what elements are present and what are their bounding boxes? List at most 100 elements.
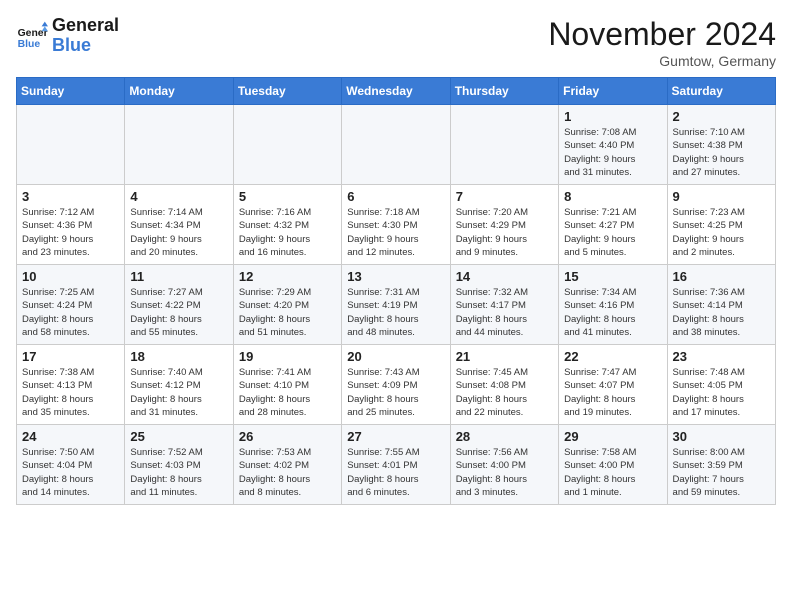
weekday-header: Sunday (17, 78, 125, 105)
calendar-week-row: 10 Sunrise: 7:25 AM Sunset: 4:24 PM Dayli… (17, 265, 776, 345)
calendar-day-cell: 9 Sunrise: 7:23 AM Sunset: 4:25 PM Daylig… (667, 185, 775, 265)
day-number: 25 (130, 429, 227, 444)
weekday-header: Wednesday (342, 78, 450, 105)
location: Gumtow, Germany (548, 53, 776, 69)
calendar-day-cell: 28 Sunrise: 7:56 AM Sunset: 4:00 PM Dayli… (450, 425, 558, 505)
day-detail: Sunrise: 7:52 AM Sunset: 4:03 PM Dayligh… (130, 446, 227, 499)
day-number: 11 (130, 269, 227, 284)
day-number: 17 (22, 349, 119, 364)
calendar-day-cell (342, 105, 450, 185)
day-number: 22 (564, 349, 661, 364)
day-detail: Sunrise: 7:14 AM Sunset: 4:34 PM Dayligh… (130, 206, 227, 259)
day-number: 4 (130, 189, 227, 204)
day-number: 2 (673, 109, 770, 124)
day-number: 21 (456, 349, 553, 364)
day-detail: Sunrise: 7:47 AM Sunset: 4:07 PM Dayligh… (564, 366, 661, 419)
day-number: 1 (564, 109, 661, 124)
day-number: 8 (564, 189, 661, 204)
logo: General Blue GeneralBlue (16, 16, 119, 56)
calendar-day-cell: 7Sunrise: 7:20 AM Sunset: 4:29 PM Daylig… (450, 185, 558, 265)
calendar-day-cell: 10 Sunrise: 7:25 AM Sunset: 4:24 PM Dayli… (17, 265, 125, 345)
calendar-table: SundayMondayTuesdayWednesdayThursdayFrid… (16, 77, 776, 505)
weekday-header: Friday (559, 78, 667, 105)
day-number: 7 (456, 189, 553, 204)
month-title: November 2024 (548, 16, 776, 53)
calendar-day-cell: 4 Sunrise: 7:14 AM Sunset: 4:34 PM Daylig… (125, 185, 233, 265)
day-detail: Sunrise: 7:34 AM Sunset: 4:16 PM Dayligh… (564, 286, 661, 339)
day-detail: Sunrise: 7:25 AM Sunset: 4:24 PM Dayligh… (22, 286, 119, 339)
day-number: 26 (239, 429, 336, 444)
weekday-header: Tuesday (233, 78, 341, 105)
calendar-day-cell: 20 Sunrise: 7:43 AM Sunset: 4:09 PM Dayli… (342, 345, 450, 425)
day-detail: Sunrise: 7:48 AM Sunset: 4:05 PM Dayligh… (673, 366, 770, 419)
day-number: 27 (347, 429, 444, 444)
day-number: 20 (347, 349, 444, 364)
calendar-day-cell: 24 Sunrise: 7:50 AM Sunset: 4:04 PM Dayli… (17, 425, 125, 505)
calendar-week-row: 24 Sunrise: 7:50 AM Sunset: 4:04 PM Dayli… (17, 425, 776, 505)
calendar-day-cell: 30 Sunrise: 8:00 AM Sunset: 3:59 PM Dayli… (667, 425, 775, 505)
calendar-day-cell: 29Sunrise: 7:58 AM Sunset: 4:00 PM Dayli… (559, 425, 667, 505)
day-number: 6 (347, 189, 444, 204)
day-detail: Sunrise: 8:00 AM Sunset: 3:59 PM Dayligh… (673, 446, 770, 499)
day-detail: Sunrise: 7:56 AM Sunset: 4:00 PM Dayligh… (456, 446, 553, 499)
day-number: 23 (673, 349, 770, 364)
calendar-day-cell: 16Sunrise: 7:36 AM Sunset: 4:14 PM Dayli… (667, 265, 775, 345)
calendar-day-cell: 6 Sunrise: 7:18 AM Sunset: 4:30 PM Daylig… (342, 185, 450, 265)
day-detail: Sunrise: 7:21 AM Sunset: 4:27 PM Dayligh… (564, 206, 661, 259)
day-detail: Sunrise: 7:43 AM Sunset: 4:09 PM Dayligh… (347, 366, 444, 419)
calendar-day-cell: 27 Sunrise: 7:55 AM Sunset: 4:01 PM Dayli… (342, 425, 450, 505)
day-detail: Sunrise: 7:29 AM Sunset: 4:20 PM Dayligh… (239, 286, 336, 339)
title-block: November 2024 Gumtow, Germany (548, 16, 776, 69)
day-detail: Sunrise: 7:58 AM Sunset: 4:00 PM Dayligh… (564, 446, 661, 499)
day-detail: Sunrise: 7:10 AM Sunset: 4:38 PM Dayligh… (673, 126, 770, 179)
day-detail: Sunrise: 7:50 AM Sunset: 4:04 PM Dayligh… (22, 446, 119, 499)
day-detail: Sunrise: 7:18 AM Sunset: 4:30 PM Dayligh… (347, 206, 444, 259)
day-number: 19 (239, 349, 336, 364)
day-number: 5 (239, 189, 336, 204)
day-detail: Sunrise: 7:38 AM Sunset: 4:13 PM Dayligh… (22, 366, 119, 419)
calendar-day-cell: 5Sunrise: 7:16 AM Sunset: 4:32 PM Daylig… (233, 185, 341, 265)
calendar-day-cell: 15 Sunrise: 7:34 AM Sunset: 4:16 PM Dayli… (559, 265, 667, 345)
day-number: 12 (239, 269, 336, 284)
calendar-day-cell: 12 Sunrise: 7:29 AM Sunset: 4:20 PM Dayli… (233, 265, 341, 345)
calendar-day-cell: 8 Sunrise: 7:21 AM Sunset: 4:27 PM Daylig… (559, 185, 667, 265)
day-number: 9 (673, 189, 770, 204)
day-detail: Sunrise: 7:23 AM Sunset: 4:25 PM Dayligh… (673, 206, 770, 259)
calendar-day-cell: 17 Sunrise: 7:38 AM Sunset: 4:13 PM Dayli… (17, 345, 125, 425)
calendar-day-cell (450, 105, 558, 185)
day-number: 24 (22, 429, 119, 444)
day-number: 3 (22, 189, 119, 204)
day-detail: Sunrise: 7:55 AM Sunset: 4:01 PM Dayligh… (347, 446, 444, 499)
calendar-day-cell (233, 105, 341, 185)
calendar-day-cell: 13Sunrise: 7:31 AM Sunset: 4:19 PM Dayli… (342, 265, 450, 345)
day-detail: Sunrise: 7:53 AM Sunset: 4:02 PM Dayligh… (239, 446, 336, 499)
day-detail: Sunrise: 7:41 AM Sunset: 4:10 PM Dayligh… (239, 366, 336, 419)
page-header: General Blue GeneralBlue November 2024 G… (16, 16, 776, 69)
svg-text:Blue: Blue (18, 39, 41, 50)
day-number: 13 (347, 269, 444, 284)
weekday-header: Thursday (450, 78, 558, 105)
day-number: 10 (22, 269, 119, 284)
calendar-day-cell: 19 Sunrise: 7:41 AM Sunset: 4:10 PM Dayli… (233, 345, 341, 425)
calendar-week-row: 3Sunrise: 7:12 AM Sunset: 4:36 PM Daylig… (17, 185, 776, 265)
day-detail: Sunrise: 7:45 AM Sunset: 4:08 PM Dayligh… (456, 366, 553, 419)
calendar-day-cell: 2 Sunrise: 7:10 AM Sunset: 4:38 PM Daylig… (667, 105, 775, 185)
calendar-day-cell (17, 105, 125, 185)
calendar-day-cell: 21 Sunrise: 7:45 AM Sunset: 4:08 PM Dayli… (450, 345, 558, 425)
logo-icon: General Blue (16, 20, 48, 52)
calendar-day-cell: 22 Sunrise: 7:47 AM Sunset: 4:07 PM Dayli… (559, 345, 667, 425)
day-detail: Sunrise: 7:08 AM Sunset: 4:40 PM Dayligh… (564, 126, 661, 179)
day-detail: Sunrise: 7:40 AM Sunset: 4:12 PM Dayligh… (130, 366, 227, 419)
day-number: 18 (130, 349, 227, 364)
day-number: 28 (456, 429, 553, 444)
calendar-day-cell: 26 Sunrise: 7:53 AM Sunset: 4:02 PM Dayli… (233, 425, 341, 505)
logo-text: GeneralBlue (52, 16, 119, 56)
calendar-week-row: 17 Sunrise: 7:38 AM Sunset: 4:13 PM Dayli… (17, 345, 776, 425)
day-number: 15 (564, 269, 661, 284)
day-number: 30 (673, 429, 770, 444)
day-number: 16 (673, 269, 770, 284)
calendar-day-cell: 18 Sunrise: 7:40 AM Sunset: 4:12 PM Dayli… (125, 345, 233, 425)
calendar-day-cell: 1 Sunrise: 7:08 AM Sunset: 4:40 PM Daylig… (559, 105, 667, 185)
day-detail: Sunrise: 7:27 AM Sunset: 4:22 PM Dayligh… (130, 286, 227, 339)
calendar-day-cell: 25 Sunrise: 7:52 AM Sunset: 4:03 PM Dayli… (125, 425, 233, 505)
